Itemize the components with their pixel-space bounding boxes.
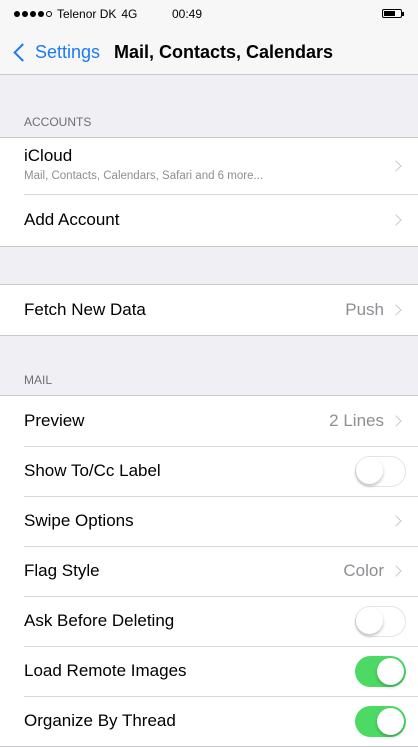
chevron-right-icon	[390, 515, 402, 527]
ask-before-deleting-label: Ask Before Deleting	[24, 611, 175, 630]
page-title: Mail, Contacts, Calendars	[114, 42, 334, 62]
organize-by-thread-label: Organize By Thread	[24, 711, 176, 730]
icloud-label: iCloud	[24, 146, 73, 165]
chevron-right-icon	[390, 304, 402, 316]
chevron-left-icon	[13, 42, 32, 62]
load-remote-images-label: Load Remote Images	[24, 661, 187, 680]
flag-style-label: Flag Style	[24, 561, 100, 580]
preview-value: 2 Lines	[329, 411, 384, 430]
mail-group: Preview 2 Lines Show To/Cc Label Swipe O…	[0, 395, 418, 747]
signal-strength-icon	[14, 11, 52, 17]
fetch-new-data-value: Push	[345, 300, 384, 319]
status-bar: Telenor DK 4G 00:49	[0, 0, 418, 30]
chevron-right-icon	[390, 160, 402, 172]
list-item-add-account[interactable]: Add Account	[0, 194, 418, 246]
accounts-group: iCloud Mail, Contacts, Calendars, Safari…	[0, 137, 418, 247]
list-item-load-remote-images: Load Remote Images	[0, 646, 418, 696]
chevron-right-icon	[390, 415, 402, 427]
carrier-name: Telenor DK	[57, 7, 117, 21]
chevron-right-icon	[390, 565, 402, 577]
list-item-fetch-new-data[interactable]: Fetch New Data Push	[0, 285, 418, 335]
add-account-label: Add Account	[24, 210, 120, 229]
back-button-label: Settings	[35, 41, 101, 62]
organize-by-thread-toggle[interactable]	[355, 705, 406, 737]
show-to-cc-label: Show To/Cc Label	[24, 461, 161, 480]
icloud-subtitle: Mail, Contacts, Calendars, Safari and 6 …	[24, 170, 264, 182]
swipe-options-label: Swipe Options	[24, 511, 134, 530]
navigation-bar: Settings Mail, Contacts, Calendars	[0, 30, 418, 75]
list-item-preview[interactable]: Preview 2 Lines	[0, 396, 418, 446]
back-button[interactable]: Settings	[10, 30, 100, 74]
list-item-ask-before-deleting: Ask Before Deleting	[0, 596, 418, 646]
fetch-group: Fetch New Data Push	[0, 284, 418, 336]
flag-style-value: Color	[343, 561, 384, 580]
list-item-flag-style[interactable]: Flag Style Color	[0, 546, 418, 596]
network-type: 4G	[121, 7, 138, 21]
chevron-right-icon	[390, 214, 402, 226]
section-header-accounts: ACCOUNTS	[24, 115, 92, 129]
status-time: 00:49	[172, 7, 203, 21]
ask-before-deleting-toggle[interactable]	[355, 605, 406, 637]
fetch-new-data-label: Fetch New Data	[24, 300, 146, 319]
list-item-organize-by-thread: Organize By Thread	[0, 696, 418, 746]
load-remote-images-toggle[interactable]	[355, 655, 406, 687]
section-header-mail: MAIL	[24, 373, 53, 387]
list-item-swipe-options[interactable]: Swipe Options	[0, 496, 418, 546]
carrier-info: Telenor DK 4G	[14, 7, 137, 21]
list-item-icloud[interactable]: iCloud Mail, Contacts, Calendars, Safari…	[0, 138, 418, 194]
battery-icon	[382, 9, 404, 18]
show-to-cc-toggle[interactable]	[355, 455, 406, 487]
list-item-show-to-cc-label: Show To/Cc Label	[0, 446, 418, 496]
preview-label: Preview	[24, 411, 85, 430]
